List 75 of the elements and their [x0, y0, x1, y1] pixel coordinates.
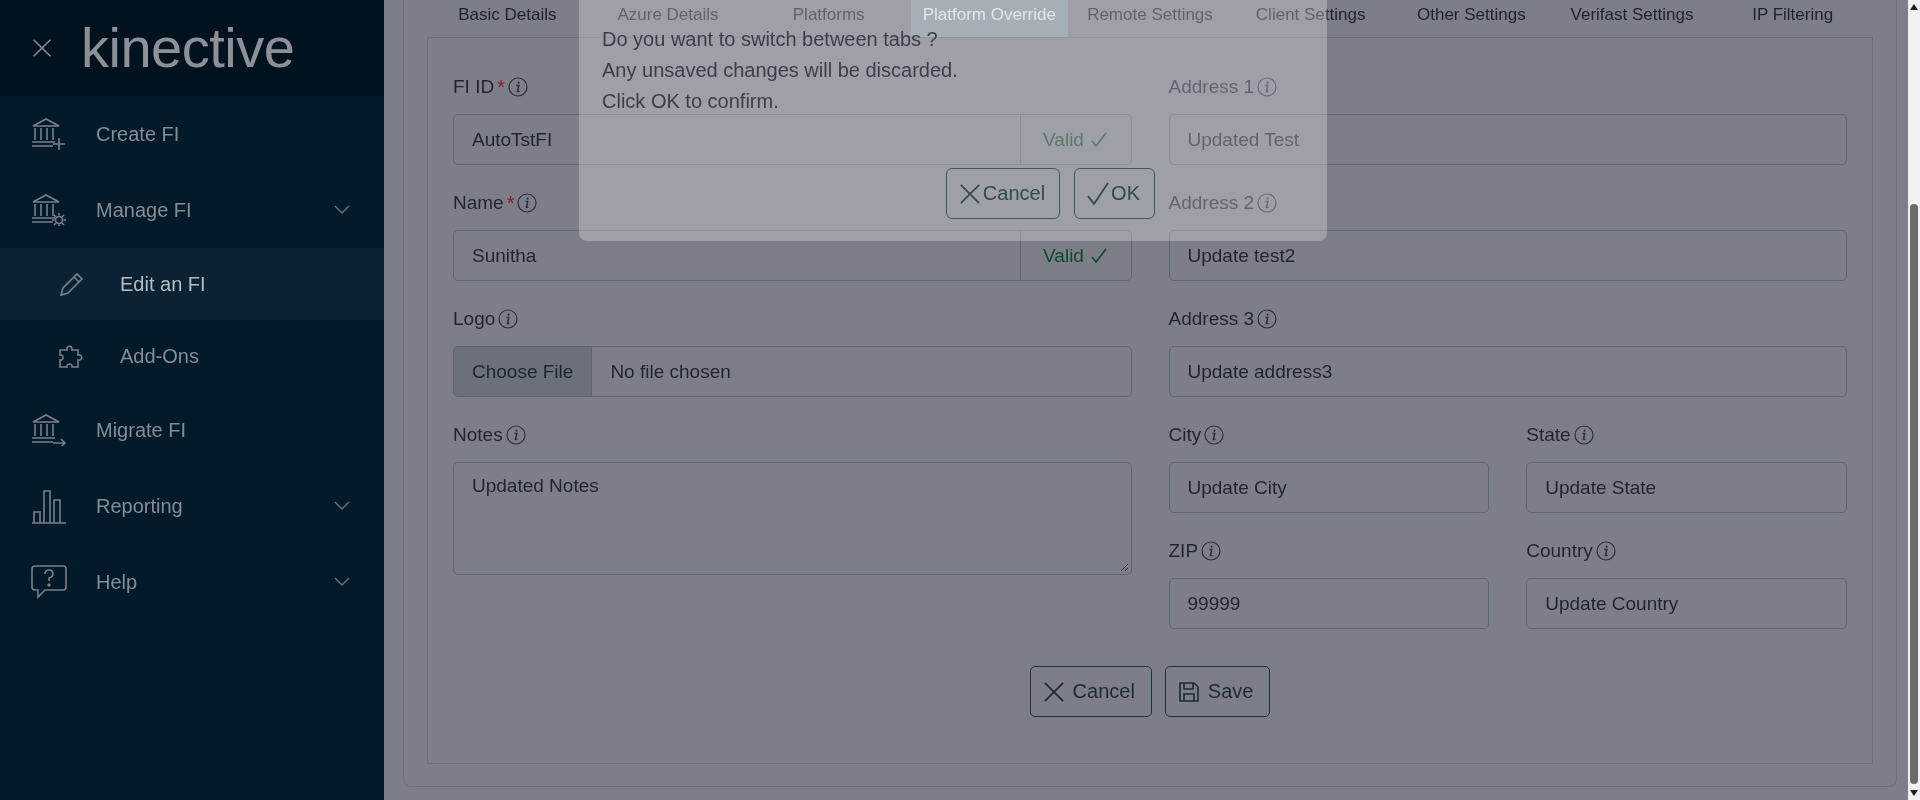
- arrow-up-icon[interactable]: [1910, 4, 1918, 10]
- field-label: Address 2: [1168, 192, 1255, 214]
- info-icon[interactable]: [1595, 541, 1616, 561]
- scrollbar[interactable]: [1908, 0, 1920, 800]
- notes-field[interactable]: Updated Notes: [453, 462, 1132, 575]
- text-field[interactable]: Sunitha Valid: [453, 230, 1132, 281]
- info-icon[interactable]: [1257, 77, 1278, 97]
- close-icon: [1042, 680, 1065, 703]
- text-field[interactable]: Update Country: [1526, 578, 1847, 629]
- info-icon[interactable]: [507, 77, 528, 97]
- field-label: City: [1168, 424, 1202, 446]
- help-icon: [31, 565, 67, 599]
- field-label: Name: [453, 192, 504, 214]
- tab[interactable]: IP Filtering: [1712, 0, 1873, 37]
- text-field[interactable]: AutoTstFI Valid: [453, 114, 1132, 165]
- field-label: Address 1: [1168, 76, 1255, 98]
- field-label: Address 3: [1168, 308, 1255, 330]
- sidebar-item[interactable]: Migrate FI: [0, 392, 384, 468]
- text-field[interactable]: Update test2: [1168, 230, 1847, 281]
- bank-plus-icon: [31, 118, 67, 150]
- field-label: ZIP: [1168, 540, 1199, 562]
- info-icon[interactable]: [1257, 193, 1278, 213]
- bar-chart-icon: [31, 488, 67, 524]
- tab[interactable]: Verifast Settings: [1551, 0, 1713, 37]
- sidebar-item[interactable]: Edit an FI: [0, 248, 384, 320]
- pencil-icon: [58, 271, 84, 297]
- chevron-down-icon: [334, 577, 350, 587]
- ok-button[interactable]: OK: [1074, 168, 1155, 219]
- chevron-down-icon: [334, 501, 350, 511]
- tab[interactable]: Client Settings: [1230, 0, 1391, 37]
- tab[interactable]: Other Settings: [1391, 0, 1552, 37]
- save-icon: [1177, 680, 1200, 703]
- info-icon[interactable]: [1201, 541, 1222, 561]
- info-icon[interactable]: [1204, 425, 1225, 445]
- check-icon: [1087, 181, 1110, 206]
- info-icon[interactable]: [498, 309, 519, 329]
- info-icon[interactable]: [1573, 425, 1594, 445]
- text-field[interactable]: Update State: [1526, 462, 1847, 513]
- sidebar-item[interactable]: Manage FI: [0, 172, 384, 248]
- tab[interactable]: Basic Details: [427, 0, 588, 37]
- cancel-button[interactable]: Cancel: [1029, 666, 1152, 717]
- sidebar-item[interactable]: Help: [0, 544, 384, 620]
- bank-arrow-icon: [31, 414, 67, 446]
- sidebar-item[interactable]: Add-Ons: [0, 320, 384, 392]
- sidebar-item[interactable]: Reporting: [0, 468, 384, 544]
- arrow-down-icon[interactable]: [1910, 790, 1918, 796]
- text-field[interactable]: Updated Test: [1168, 114, 1847, 165]
- info-icon[interactable]: [505, 425, 526, 445]
- valid-indicator: Valid: [1019, 231, 1131, 280]
- logo: kinective: [81, 20, 295, 76]
- field-label: Notes: [453, 424, 503, 446]
- info-icon[interactable]: [517, 193, 538, 213]
- field-label: FI ID: [453, 76, 495, 98]
- tab[interactable]: Remote Settings: [1069, 0, 1231, 37]
- text-field[interactable]: Update City: [1168, 462, 1490, 513]
- field-label: Country: [1526, 540, 1593, 562]
- dialog-message: Any unsaved changes will be discarded.: [602, 59, 958, 81]
- sidebar-item[interactable]: Create FI: [0, 96, 384, 172]
- chevron-down-icon: [334, 205, 350, 215]
- text-field[interactable]: 99999: [1168, 578, 1490, 629]
- close-icon: [958, 182, 981, 205]
- text-field[interactable]: Update address3: [1168, 346, 1847, 397]
- resize-grip-icon[interactable]: [1118, 562, 1129, 572]
- required-mark: *: [506, 191, 515, 215]
- valid-indicator: Valid: [1019, 115, 1131, 164]
- dialog-message: Click OK to confirm.: [602, 90, 779, 112]
- field-label: State: [1526, 424, 1571, 446]
- cancel-button[interactable]: Cancel: [945, 168, 1061, 219]
- info-icon[interactable]: [1257, 309, 1278, 329]
- file-field[interactable]: Choose File No file chosen: [453, 346, 1132, 397]
- save-button[interactable]: Save: [1164, 666, 1271, 717]
- bank-gear-icon: [31, 194, 67, 226]
- required-mark: *: [497, 75, 505, 99]
- field-label: Logo: [453, 308, 496, 330]
- puzzle-icon: [58, 343, 84, 369]
